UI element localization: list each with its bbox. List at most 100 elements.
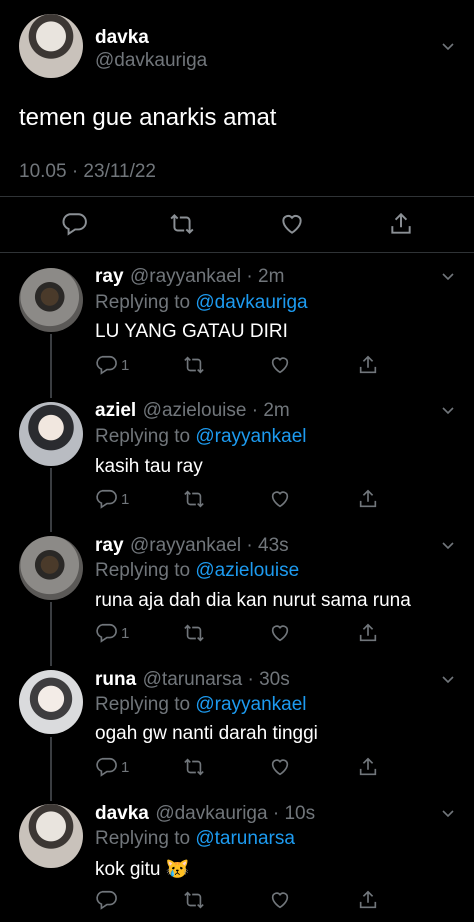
retweet-icon [170, 213, 194, 235]
reply-icon [96, 890, 117, 910]
divider [0, 196, 474, 197]
thread-line [50, 602, 52, 666]
like-button[interactable] [279, 211, 305, 237]
avatar[interactable] [19, 536, 83, 600]
share-button[interactable] [357, 488, 379, 510]
avatar[interactable] [19, 402, 83, 466]
replying-to: Replying to @davkauriga [95, 292, 308, 313]
chevron-down-icon[interactable] [442, 270, 454, 282]
share-icon [391, 212, 411, 234]
mention-link[interactable]: @davkauriga [195, 292, 307, 313]
reply-icon [96, 757, 117, 777]
mention-link[interactable]: @rayyankael [195, 426, 306, 447]
reply-button[interactable]: 1 [95, 756, 129, 778]
avatar[interactable] [19, 670, 83, 734]
replying-to: Replying to @rayyankael [95, 426, 307, 447]
mention-link[interactable]: @rayyankael [195, 694, 306, 715]
share-button[interactable] [357, 889, 379, 911]
like-button[interactable] [269, 889, 291, 911]
reply-header: ray @rayyankael · 2m [95, 266, 284, 288]
display-name[interactable]: runa [95, 669, 136, 690]
reply-header: aziel @azielouise · 2m [95, 400, 290, 422]
reply-header: davka @davkauriga · 10s [95, 803, 315, 825]
reply-button[interactable]: 1 [95, 354, 129, 376]
reply-button[interactable]: 1 [95, 488, 129, 510]
reply-icon [62, 213, 87, 236]
mention-link[interactable]: @azielouise [195, 560, 299, 581]
reply-text: ogah gw nanti darah tinggi [95, 723, 318, 744]
chevron-down-icon[interactable] [442, 404, 454, 416]
tweet-text: temen gue anarkis amat [19, 104, 277, 131]
like-icon [271, 759, 289, 776]
avatar[interactable] [19, 268, 83, 332]
display-name[interactable]: aziel [95, 400, 136, 421]
reply-text: LU YANG GATAU DIRI [95, 321, 288, 342]
thread-line [50, 737, 52, 801]
handle-time[interactable]: @rayyankael · 43s [130, 535, 289, 556]
replying-to: Replying to @azielouise [95, 560, 300, 581]
reply-icon [96, 489, 117, 509]
display-name[interactable]: davka [95, 803, 149, 824]
share-button[interactable] [357, 354, 379, 376]
like-button[interactable] [269, 488, 291, 510]
handle-time[interactable]: @tarunarsa · 30s [143, 669, 290, 690]
retweet-icon [184, 356, 204, 374]
reply-text: kasih tau ray [95, 456, 203, 477]
replying-to: Replying to @rayyankael [95, 694, 307, 715]
thread-line [50, 334, 52, 398]
reply-button[interactable] [95, 889, 121, 911]
retweet-button[interactable] [183, 622, 205, 644]
like-icon [271, 892, 289, 909]
chevron-down-icon[interactable] [442, 539, 454, 551]
mention-link[interactable]: @tarunarsa [195, 828, 295, 849]
reply-text: runa aja dah dia kan nurut sama runa [95, 590, 411, 611]
retweet-icon [184, 891, 204, 909]
retweet-icon [184, 624, 204, 642]
thread-line [50, 468, 52, 532]
like-icon [271, 357, 289, 374]
share-button[interactable] [357, 622, 379, 644]
replying-to: Replying to @tarunarsa [95, 828, 295, 849]
timestamp: 10.05 · 23/11/22 [19, 161, 156, 182]
reply-button[interactable]: 1 [95, 622, 129, 644]
reply-button[interactable] [61, 211, 87, 237]
share-button[interactable] [357, 756, 379, 778]
share-icon [359, 890, 377, 909]
chevron-down-icon[interactable] [442, 807, 454, 819]
avatar[interactable] [19, 14, 83, 78]
chevron-down-icon[interactable] [442, 40, 454, 52]
display-name[interactable]: ray [95, 535, 124, 556]
retweet-icon [184, 490, 204, 508]
share-icon [359, 355, 377, 374]
handle-time[interactable]: @azielouise · 2m [143, 400, 290, 421]
chevron-down-icon[interactable] [442, 673, 454, 685]
like-icon [282, 214, 302, 234]
reply-text: kok gitu 😿 [95, 859, 190, 880]
display-name[interactable]: ray [95, 266, 124, 287]
retweet-button[interactable] [183, 889, 205, 911]
reply-count: 1 [121, 356, 130, 374]
reply-icon [96, 623, 117, 643]
retweet-button[interactable] [183, 488, 205, 510]
display-name[interactable]: davka [95, 27, 149, 49]
handle-time[interactable]: @rayyankael · 2m [130, 266, 284, 287]
reply-count: 1 [121, 624, 130, 642]
share-icon [359, 623, 377, 642]
retweet-icon [184, 758, 204, 776]
reply-count: 1 [121, 490, 130, 508]
share-button[interactable] [388, 211, 414, 237]
share-icon [359, 489, 377, 508]
share-icon [359, 757, 377, 776]
handle-time[interactable]: @davkauriga · 10s [155, 803, 315, 824]
like-button[interactable] [269, 354, 291, 376]
avatar[interactable] [19, 804, 83, 868]
like-button[interactable] [269, 622, 291, 644]
retweet-button[interactable] [183, 756, 205, 778]
like-icon [271, 491, 289, 508]
retweet-button[interactable] [169, 211, 195, 237]
retweet-button[interactable] [183, 354, 205, 376]
reply-icon [96, 355, 117, 375]
handle[interactable]: @davkauriga [95, 50, 207, 72]
divider [0, 252, 474, 253]
like-button[interactable] [269, 756, 291, 778]
